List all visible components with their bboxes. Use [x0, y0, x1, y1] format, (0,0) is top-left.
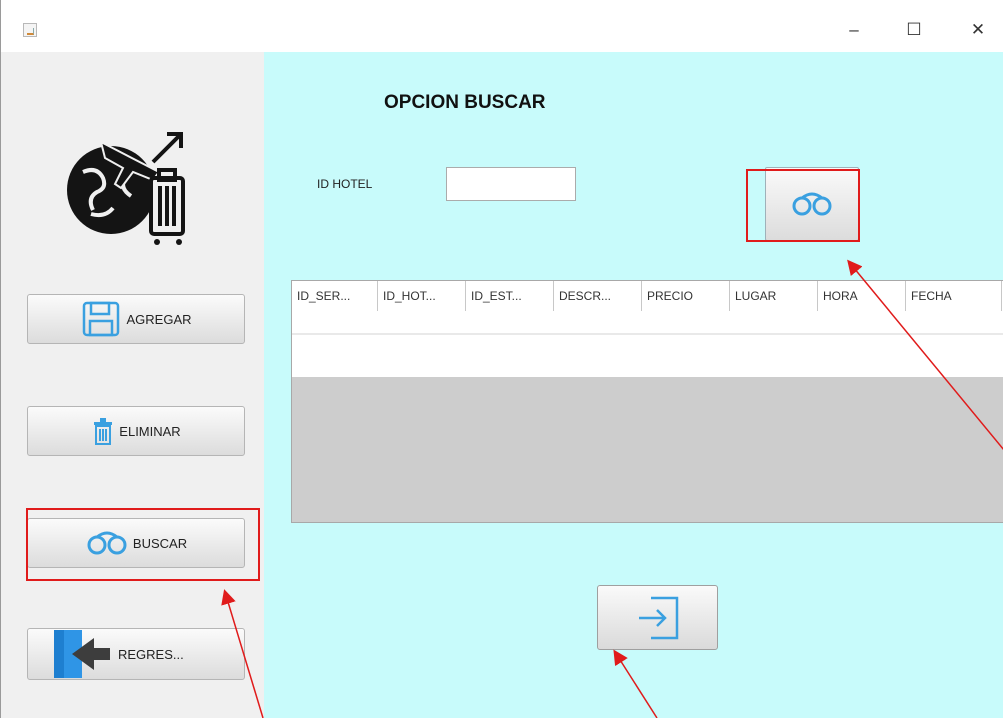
agregar-label: AGREGAR [126, 311, 192, 327]
id-hotel-label: ID HOTEL [317, 177, 373, 191]
column-header[interactable]: ID_EST... [466, 281, 554, 311]
agregar-button[interactable]: AGREGAR [27, 294, 245, 344]
regresar-label: REGRES... [118, 646, 184, 662]
table-row[interactable] [292, 311, 1003, 333]
minimize-button[interactable]: – [839, 18, 869, 42]
buscar-label: BUSCAR [132, 535, 188, 551]
maximize-button[interactable]: ☐ [899, 18, 929, 42]
close-button[interactable]: ✕ [963, 18, 993, 42]
search-button[interactable] [765, 167, 859, 241]
page-title: OPCION BUSCAR [384, 92, 546, 113]
column-header[interactable]: HORA [818, 281, 906, 311]
column-header[interactable]: FECHA [906, 281, 1002, 311]
save-icon [83, 301, 120, 337]
regresar-button[interactable]: REGRES... [27, 628, 245, 680]
sign-in-icon [638, 596, 678, 639]
title-bar: – ☐ ✕ [1, 0, 1003, 52]
eliminar-label: ELIMINAR [119, 423, 181, 439]
binoculars-icon [87, 531, 127, 555]
travel-logo-icon [67, 132, 185, 245]
arrow-return-icon [54, 630, 110, 678]
app-window: – ☐ ✕ AGREGAR ELIMINAR BUSCAR REGRES... … [0, 0, 1003, 718]
column-header[interactable]: ID_SER... [292, 281, 378, 311]
column-header[interactable]: LUGAR [730, 281, 818, 311]
trash-icon [94, 418, 113, 445]
column-header[interactable]: PRECIO [642, 281, 730, 311]
id-hotel-input[interactable] [446, 167, 576, 201]
results-table[interactable]: ID_SER... ID_HOT... ID_EST... DESCR... P… [291, 280, 1003, 523]
binoculars-icon [792, 192, 832, 216]
exit-button[interactable] [597, 585, 718, 650]
buscar-button[interactable]: BUSCAR [27, 518, 245, 568]
table-row[interactable] [292, 335, 1003, 357]
column-header[interactable]: ID_HOT... [378, 281, 466, 311]
table-row[interactable] [292, 357, 1003, 377]
eliminar-button[interactable]: ELIMINAR [27, 406, 245, 456]
java-app-icon [23, 23, 37, 37]
column-header[interactable]: DESCR... [554, 281, 642, 311]
table-header: ID_SER... ID_HOT... ID_EST... DESCR... P… [292, 281, 1003, 312]
